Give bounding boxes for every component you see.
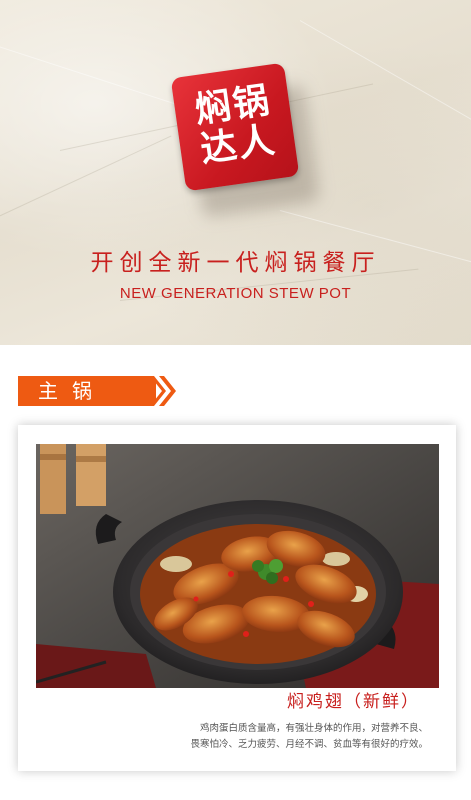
section-title: 主锅 <box>38 379 106 403</box>
product-name: 焖鸡翅（新鲜） <box>287 692 420 712</box>
chevron-right-icon <box>150 376 176 406</box>
hero-banner: 焖锅 达人 开创全新一代焖锅餐厅 NEW GENERATION STEW POT <box>0 0 471 345</box>
tagline-chinese: 开创全新一代焖锅餐厅 <box>90 250 381 276</box>
paper-crease <box>0 135 172 221</box>
tagline-english: NEW GENERATION STEW POT <box>119 285 352 302</box>
product-description: 鸡肉蛋白质含量高，有强壮身体的作用，对营养不良、 畏寒怕冷、乏力疲劳、月经不调、… <box>128 721 428 753</box>
section-ribbon: 主锅 <box>18 376 156 406</box>
product-photo <box>36 444 439 688</box>
paper-crease <box>299 20 471 131</box>
product-card[interactable]: 焖鸡翅（新鲜） 鸡肉蛋白质含量高，有强壮身体的作用，对营养不良、 畏寒怕冷、乏力… <box>18 425 456 771</box>
product-description-line: 畏寒怕冷、乏力疲劳、月经不调、贫血等有很好的疗效。 <box>190 739 428 750</box>
product-description-line: 鸡肉蛋白质含量高，有强壮身体的作用，对营养不良、 <box>199 723 428 734</box>
brand-logo: 焖锅 达人 <box>170 62 300 192</box>
